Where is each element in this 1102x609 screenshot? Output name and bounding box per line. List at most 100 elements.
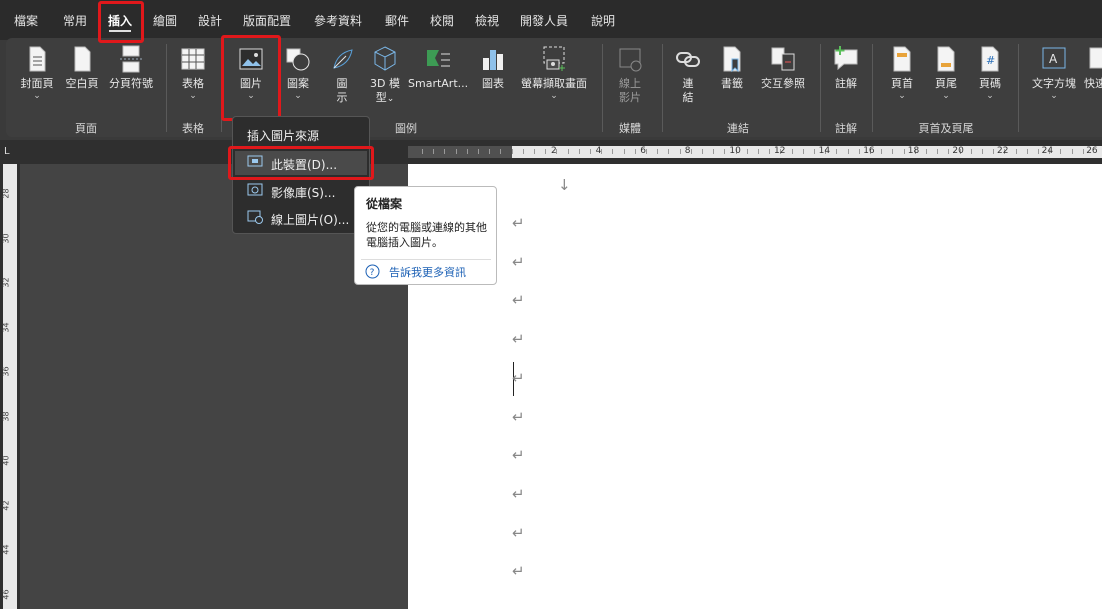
cross-reference-button[interactable]: 交互參照 bbox=[754, 44, 812, 91]
tab-selector[interactable]: L bbox=[4, 146, 10, 157]
stock-images-icon bbox=[247, 183, 263, 196]
ruler-tick bbox=[466, 149, 468, 154]
menu-title: 插入圖片來源 bbox=[247, 129, 320, 143]
ruler-number: 6 bbox=[640, 146, 646, 156]
ruler-tick bbox=[511, 149, 513, 154]
highlight-this-device-item bbox=[228, 146, 374, 180]
quick-parts-button[interactable]: 快速 bbox=[1084, 44, 1102, 91]
icons-button[interactable]: 圖示 bbox=[324, 44, 360, 105]
group-separator bbox=[872, 44, 873, 132]
tab-view[interactable]: 檢視 bbox=[475, 12, 499, 34]
smartart-icon bbox=[427, 50, 450, 67]
ruler-tick bbox=[982, 149, 983, 154]
paragraph-mark: ↵ bbox=[512, 407, 525, 426]
ruler-number: 22 bbox=[997, 146, 1009, 156]
blank-page-button[interactable]: 空白頁 bbox=[61, 44, 103, 91]
tooltip-title: 從檔案 bbox=[366, 197, 403, 211]
help-icon: ? bbox=[365, 264, 380, 279]
tab-mailings[interactable]: 郵件 bbox=[385, 12, 409, 34]
group-label-comments: 註解 bbox=[835, 122, 857, 135]
cover-page-button[interactable]: 封面頁 ⌄ bbox=[16, 44, 58, 101]
tell-me-more-link[interactable]: 告訴我更多資訊 bbox=[389, 264, 466, 280]
vertical-ruler-number: 32 bbox=[1, 277, 11, 288]
ruler-tick bbox=[937, 149, 939, 154]
ruler-tick bbox=[702, 149, 703, 154]
group-label-media: 媒體 bbox=[619, 122, 641, 135]
new-comment-button[interactable]: 註解 bbox=[828, 44, 864, 91]
smartart-button[interactable]: SmartArt... bbox=[408, 44, 468, 91]
vertical-ruler-number: 30 bbox=[1, 232, 11, 244]
paragraph-mark: ↵ bbox=[512, 214, 525, 232]
ruler-tick bbox=[858, 149, 860, 154]
quick-parts-icon bbox=[1089, 47, 1102, 69]
table-icon bbox=[181, 48, 205, 70]
bookmark-button[interactable]: 書籤 bbox=[714, 44, 750, 91]
tab-home[interactable]: 常用 bbox=[63, 12, 87, 34]
ruler-tick bbox=[422, 149, 423, 154]
chevron-down-icon: ⌄ bbox=[33, 91, 41, 101]
ruler-tick bbox=[892, 149, 894, 154]
ruler-tick bbox=[433, 149, 435, 154]
header-button[interactable]: 頁首 ⌄ bbox=[882, 44, 922, 101]
ruler-tick bbox=[1038, 149, 1039, 154]
document-page[interactable]: ↓ ↵ ↵ ↵ ↵ ↵ ↵ ↵ ↵ ↵ ↵ bbox=[408, 164, 1102, 609]
menu-item-online-pictures[interactable]: 線上圖片(O)... bbox=[235, 206, 367, 230]
highlight-insert-tab bbox=[98, 1, 144, 43]
text-box-icon: A bbox=[1042, 47, 1066, 69]
svg-text:#: # bbox=[986, 54, 995, 67]
ruler-tick bbox=[769, 149, 771, 154]
ruler-tick bbox=[590, 149, 591, 154]
link-button[interactable]: 連結 bbox=[670, 44, 706, 105]
page-number-button[interactable]: # 頁碼 ⌄ bbox=[970, 44, 1010, 101]
ruler-tick bbox=[634, 149, 636, 154]
online-video-button[interactable]: 線上 影片 bbox=[610, 44, 650, 105]
tab-review[interactable]: 校閱 bbox=[430, 12, 454, 34]
tab-file[interactable]: 檔案 bbox=[14, 12, 38, 34]
bookmark-icon bbox=[723, 46, 741, 73]
ruler-number: 10 bbox=[729, 146, 741, 156]
tab-draw[interactable]: 繪圖 bbox=[153, 12, 177, 34]
chevron-down-icon: ⌄ bbox=[898, 91, 906, 101]
ruler-tick bbox=[847, 149, 849, 154]
tab-layout[interactable]: 版面配置 bbox=[243, 12, 291, 34]
3d-models-button[interactable]: 3D 模型⌄ bbox=[364, 44, 406, 106]
footer-button[interactable]: 頁尾 ⌄ bbox=[926, 44, 966, 101]
ribbon-panel: 封面頁 ⌄ 空白頁 分頁符號 頁面 表格 ⌄ 表格 圖片 ⌄ 圖案 ⌄ 圖示 3D 模型… bbox=[6, 38, 1102, 137]
ruler-tick bbox=[903, 149, 905, 154]
ruler-number: 16 bbox=[863, 146, 875, 156]
chart-button[interactable]: 圖表 bbox=[476, 44, 510, 91]
ruler-number: 4 bbox=[595, 146, 602, 156]
ruler-number: 8 bbox=[684, 146, 691, 156]
tab-references[interactable]: 參考資料 bbox=[314, 12, 362, 34]
horizontal-ruler[interactable]: 2 4 6 8 10 12 14 16 18 20 22 24 26 bbox=[408, 146, 1102, 158]
tab-developer[interactable]: 開發人員 bbox=[520, 12, 568, 34]
vertical-ruler-number: 36 bbox=[1, 366, 11, 377]
ruler-tick bbox=[545, 149, 547, 154]
menu-item-stock-images[interactable]: 影像庫(S)... bbox=[235, 179, 367, 203]
ruler-number: 20 bbox=[952, 146, 964, 156]
tooltip-divider bbox=[361, 259, 491, 260]
tab-design[interactable]: 設計 bbox=[198, 12, 222, 34]
table-button[interactable]: 表格 ⌄ bbox=[172, 44, 214, 101]
paragraph-mark: ↵ bbox=[512, 446, 525, 465]
page-break-button[interactable]: 分頁符號 bbox=[104, 44, 158, 91]
ruler-tick bbox=[646, 149, 647, 154]
group-separator bbox=[820, 44, 821, 132]
ruler-tick bbox=[534, 149, 535, 154]
svg-text:?: ? bbox=[370, 268, 375, 278]
shapes-icon bbox=[286, 48, 310, 71]
horizontal-ruler-bar: L 2 4 6 8 10 12 14 16 18 20 22 24 26 bbox=[0, 140, 1102, 164]
ruler-tick bbox=[478, 149, 479, 154]
chevron-down-icon: ⌄ bbox=[294, 91, 302, 101]
screenshot-button[interactable]: 螢幕擷取畫面 ⌄ bbox=[516, 44, 592, 101]
text-box-button[interactable]: A 文字方塊 ⌄ bbox=[1026, 44, 1082, 101]
vertical-ruler-number: 34 bbox=[1, 321, 11, 333]
vertical-ruler[interactable]: 28 30 32 34 36 38 40 42 44 46 bbox=[0, 164, 20, 609]
shapes-button[interactable]: 圖案 ⌄ bbox=[280, 44, 316, 101]
ruler-tick bbox=[1082, 149, 1084, 154]
group-label-links: 連結 bbox=[727, 122, 749, 135]
tab-help[interactable]: 說明 bbox=[591, 12, 615, 34]
ruler-tick bbox=[679, 149, 681, 154]
vertical-ruler-number: 44 bbox=[1, 544, 11, 555]
ruler-number: 24 bbox=[1041, 146, 1054, 156]
